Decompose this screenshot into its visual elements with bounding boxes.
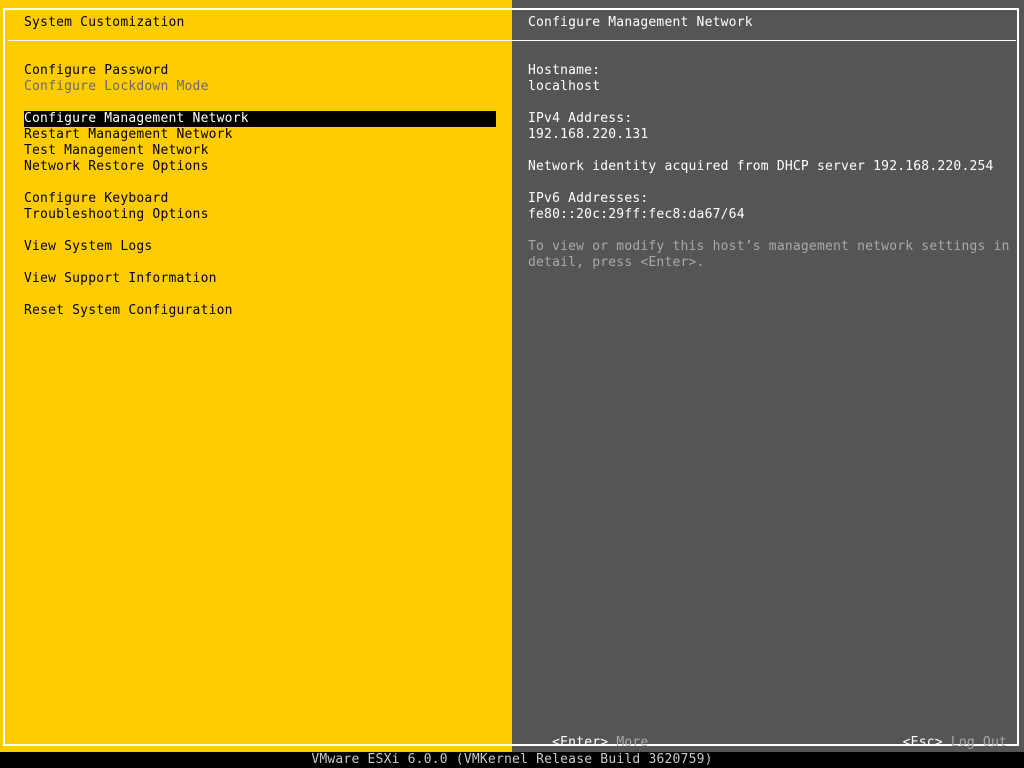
menu-item-configure-password[interactable]: Configure Password <box>24 63 496 79</box>
network-details: Hostname: localhost IPv4 Address: 192.16… <box>528 63 1014 271</box>
dcui-screen: System Customization Configure Managemen… <box>0 0 1024 768</box>
menu-item-view-support-information[interactable]: View Support Information <box>24 271 496 287</box>
ipv4-value: 192.168.220.131 <box>528 127 649 142</box>
esc-key-label: <Esc> <box>902 735 943 750</box>
logout-label: Log Out <box>950 735 1007 750</box>
left-panel-title: System Customization <box>24 15 185 30</box>
enter-key-label: <Enter> <box>552 735 609 750</box>
hint-text-line-2: detail, press <Enter>. <box>528 255 705 270</box>
ipv4-label: IPv4 Address: <box>528 111 633 126</box>
menu-item-restart-management-network[interactable]: Restart Management Network <box>24 127 496 143</box>
menu-item-configure-keyboard[interactable]: Configure Keyboard <box>24 191 496 207</box>
hint-text-line-1: To view or modify this host’s management… <box>528 239 1010 254</box>
dhcp-note: Network identity acquired from DHCP serv… <box>528 159 994 174</box>
menu-group-spacer <box>24 95 496 111</box>
header-separator <box>8 40 1016 41</box>
menu-group-spacer <box>24 223 496 239</box>
version-status-bar: VMware ESXi 6.0.0 (VMKernel Release Buil… <box>0 752 1024 768</box>
hostname-value: localhost <box>528 79 601 94</box>
menu-group-spacer <box>24 287 496 303</box>
menu-item-test-management-network[interactable]: Test Management Network <box>24 143 496 159</box>
menu-item-network-restore-options[interactable]: Network Restore Options <box>24 159 496 175</box>
menu-item-configure-management-network[interactable]: Configure Management Network <box>24 111 496 127</box>
ipv6-value: fe80::20c:29ff:fec8:da67/64 <box>528 207 745 222</box>
ipv6-label: IPv6 Addresses: <box>528 191 649 206</box>
menu-item-configure-lockdown-mode: Configure Lockdown Mode <box>24 79 209 94</box>
menu-item-troubleshooting-options[interactable]: Troubleshooting Options <box>24 207 496 223</box>
right-panel-title: Configure Management Network <box>528 15 753 30</box>
menu-item-reset-system-configuration[interactable]: Reset System Configuration <box>24 303 496 319</box>
menu-group-spacer <box>24 175 496 191</box>
hostname-label: Hostname: <box>528 63 601 78</box>
system-customization-menu: Configure Password Configure Lockdown Mod… <box>24 63 496 319</box>
menu-group-spacer <box>24 255 496 271</box>
menu-item-view-system-logs[interactable]: View System Logs <box>24 239 496 255</box>
more-label: More <box>616 735 649 750</box>
